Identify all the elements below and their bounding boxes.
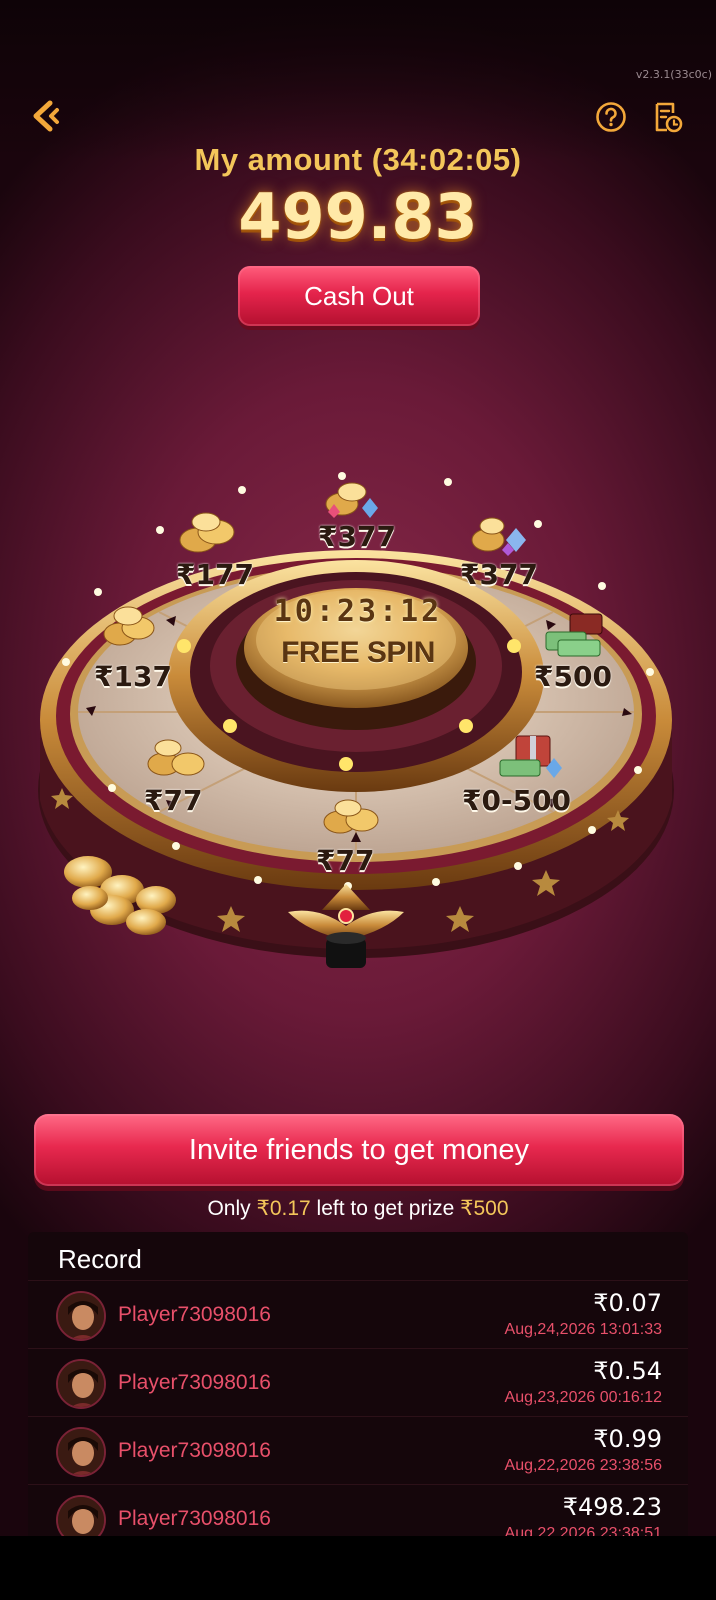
records-button[interactable] [650, 100, 684, 134]
wheel-prize-label: ₹77 [144, 784, 203, 817]
wheel-prize-label: ₹377 [318, 520, 396, 553]
cash-chest-icon [545, 613, 603, 657]
record-row: Player73098016 ₹498.23 Aug,22,2026 23:38… [28, 1484, 688, 1536]
mystery-chest-icon [499, 735, 562, 778]
record-amount: ₹498.23 [562, 1493, 662, 1521]
version-label: v2.3.1(33c0c) [635, 68, 712, 81]
record-time: Aug,22,2026 23:38:51 [504, 1525, 662, 1536]
coins-icon [179, 512, 235, 553]
avatar [56, 1291, 106, 1341]
game-screen: v2.3.1(33c0c) My amount (34:02:05) 499.8… [0, 0, 716, 1536]
amount-label-text: My amount [194, 142, 363, 177]
coins-icon [323, 799, 379, 834]
record-row: Player73098016 ₹0.07 Aug,24,2026 13:01:3… [28, 1280, 688, 1348]
record-time: Aug,24,2026 13:01:33 [504, 1321, 662, 1338]
player-name: Player73098016 [118, 1303, 271, 1326]
amount-value: 499.83 [238, 180, 478, 253]
hint-middle: left to get prize [316, 1197, 455, 1220]
player-name: Player73098016 [118, 1507, 271, 1530]
system-nav-bar [0, 1536, 716, 1600]
record-amount: ₹0.54 [593, 1357, 662, 1385]
hint-remaining-amount: ₹0.17 [256, 1197, 311, 1220]
prize-progress-hint: Only ₹0.17 left to get prize ₹500 [0, 1196, 716, 1221]
wheel-prize-label: ₹500 [534, 660, 612, 693]
hint-prefix: Only [207, 1197, 251, 1220]
record-amount: ₹0.07 [593, 1289, 662, 1317]
coins-icon [103, 606, 155, 646]
wheel-prize-label: ₹0-500 [462, 784, 572, 817]
wheel-prize-label: ₹177 [176, 558, 254, 591]
hint-prize-amount: ₹500 [460, 1197, 509, 1220]
coins-gems-icon [325, 482, 378, 518]
back-chevron-icon [33, 100, 59, 132]
record-time: Aug,22,2026 23:38:56 [504, 1457, 662, 1474]
record-row: Player73098016 ₹0.54 Aug,23,2026 00:16:1… [28, 1348, 688, 1416]
record-time: Aug,23,2026 00:16:12 [504, 1389, 662, 1406]
avatar [56, 1359, 106, 1409]
coins-gems-icon [471, 517, 526, 556]
record-panel: Record Player73098016 ₹0.07 Aug,24,2026 … [28, 1232, 688, 1536]
record-amount: ₹0.99 [593, 1425, 662, 1453]
amount-countdown: (34:02:05) [371, 142, 522, 177]
free-spin-button-label[interactable]: FREE SPIN [226, 636, 490, 670]
record-title: Record [58, 1244, 142, 1274]
wheel-prize-label: ₹137 [94, 660, 172, 693]
free-spin-timer: 10:23:12 [273, 594, 443, 629]
avatar [56, 1495, 106, 1536]
wheel-prize-label: ₹377 [460, 558, 538, 591]
wheel-prize-label: ₹77 [316, 844, 375, 877]
player-name: Player73098016 [118, 1371, 271, 1394]
avatar [56, 1427, 106, 1477]
my-amount-label: My amount (34:02:05) [0, 142, 716, 178]
back-button[interactable] [28, 98, 64, 134]
coins-icon [147, 739, 205, 776]
invite-friends-button[interactable]: Invite friends to get money [34, 1114, 684, 1186]
question-circle-icon [596, 102, 626, 132]
cash-out-button[interactable]: Cash Out [238, 266, 480, 326]
help-button[interactable] [594, 100, 628, 134]
player-name: Player73098016 [118, 1439, 271, 1462]
record-row: Player73098016 ₹0.99 Aug,22,2026 23:38:5… [28, 1416, 688, 1484]
document-clock-icon [655, 102, 683, 133]
